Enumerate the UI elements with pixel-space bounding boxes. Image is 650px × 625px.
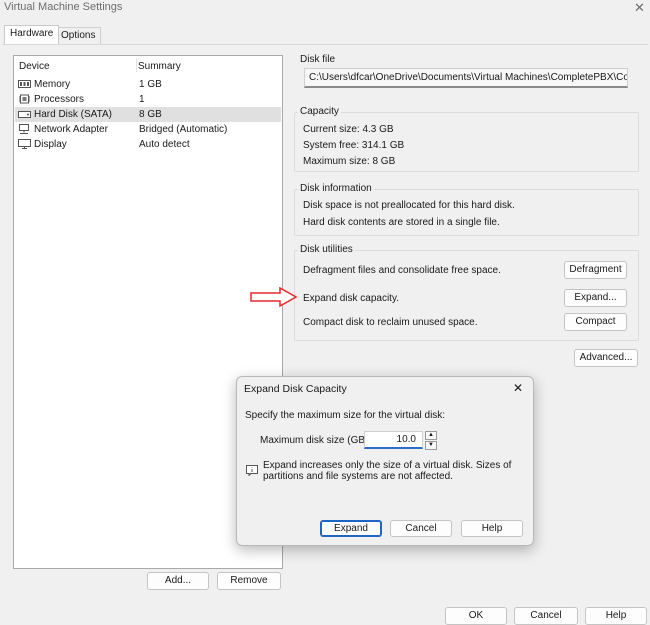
spin-up-icon[interactable]: ▲ bbox=[425, 431, 437, 440]
dialog-cancel-button[interactable]: Cancel bbox=[390, 520, 452, 537]
tab-options[interactable]: Options bbox=[55, 27, 102, 44]
device-row-processors[interactable]: Processors 1 bbox=[15, 92, 281, 107]
device-name: Hard Disk (SATA) bbox=[34, 109, 112, 120]
column-separator bbox=[136, 58, 137, 72]
hard-disk-icon bbox=[18, 111, 31, 118]
dialog-info-text: Expand increases only the size of a virt… bbox=[263, 460, 525, 482]
device-row-network-adapter[interactable]: Network Adapter Bridged (Automatic) bbox=[15, 122, 281, 137]
window-title: Virtual Machine Settings bbox=[4, 1, 123, 13]
device-name: Display bbox=[34, 139, 67, 150]
max-disk-size-label: Maximum disk size (GB): bbox=[260, 435, 372, 446]
capacity-group-label: Capacity bbox=[298, 106, 341, 117]
system-free-text: System free: 314.1 GB bbox=[303, 140, 405, 151]
device-name: Network Adapter bbox=[34, 124, 108, 135]
disk-information-label: Disk information bbox=[298, 183, 374, 194]
maximum-size-text: Maximum size: 8 GB bbox=[303, 156, 396, 167]
spin-down-icon[interactable]: ▼ bbox=[425, 441, 437, 450]
compact-button[interactable]: Compact bbox=[564, 313, 627, 331]
expand-description: Expand disk capacity. bbox=[303, 293, 399, 304]
remove-device-button[interactable]: Remove bbox=[217, 572, 281, 590]
dialog-expand-button[interactable]: Expand bbox=[320, 520, 382, 537]
dialog-title: Expand Disk Capacity bbox=[244, 383, 347, 395]
disk-file-label: Disk file bbox=[300, 54, 336, 65]
memory-icon bbox=[18, 80, 31, 88]
device-column-header[interactable]: Device bbox=[19, 61, 50, 72]
expand-button[interactable]: Expand... bbox=[564, 289, 627, 307]
advanced-button[interactable]: Advanced... bbox=[574, 349, 638, 367]
device-row-hard-disk[interactable]: Hard Disk (SATA) 8 GB bbox=[15, 107, 281, 122]
annotation-arrow-icon bbox=[250, 287, 298, 307]
dialog-info-line-2: partitions and file systems are not affe… bbox=[263, 471, 453, 482]
tab-hardware[interactable]: Hardware bbox=[4, 25, 60, 44]
expand-disk-capacity-dialog: Expand Disk Capacity ✕ Specify the maxim… bbox=[236, 376, 534, 546]
display-icon bbox=[18, 139, 31, 149]
dialog-help-button[interactable]: Help bbox=[461, 520, 523, 537]
cancel-button[interactable]: Cancel bbox=[514, 607, 578, 625]
disk-information-group bbox=[294, 189, 639, 236]
disk-info-line-2: Hard disk contents are stored in a singl… bbox=[303, 217, 500, 228]
device-name: Memory bbox=[34, 79, 71, 90]
size-spinner[interactable]: ▲ ▼ bbox=[425, 431, 437, 450]
disk-file-path-field[interactable]: C:\Users\dfcar\OneDrive\Documents\Virtua… bbox=[304, 68, 628, 88]
dialog-info-line-1: Expand increases only the size of a virt… bbox=[263, 460, 512, 471]
dialog-instruction: Specify the maximum size for the virtual… bbox=[245, 410, 446, 421]
help-button[interactable]: Help bbox=[585, 607, 647, 625]
summary-column-header[interactable]: Summary bbox=[138, 61, 181, 72]
device-row-display[interactable]: Display Auto detect bbox=[15, 137, 281, 152]
dialog-close-icon[interactable]: ✕ bbox=[513, 381, 523, 395]
disk-utilities-label: Disk utilities bbox=[298, 244, 355, 255]
device-row-memory[interactable]: Memory 1 GB bbox=[15, 77, 281, 92]
current-size-text: Current size: 4.3 GB bbox=[303, 124, 394, 135]
processor-icon bbox=[19, 94, 30, 104]
device-summary: 8 GB bbox=[139, 109, 162, 120]
add-device-button[interactable]: Add... bbox=[147, 572, 209, 590]
disk-info-line-1: Disk space is not preallocated for this … bbox=[303, 200, 515, 211]
device-summary: 1 bbox=[139, 94, 145, 105]
network-adapter-icon bbox=[19, 124, 29, 134]
device-summary: Bridged (Automatic) bbox=[139, 124, 228, 135]
info-icon bbox=[246, 465, 258, 476]
defragment-description: Defragment files and consolidate free sp… bbox=[303, 265, 501, 276]
device-summary: Auto detect bbox=[139, 139, 190, 150]
defragment-button[interactable]: Defragment bbox=[564, 261, 627, 279]
max-disk-size-input[interactable]: 10.0 bbox=[364, 431, 423, 449]
device-summary: 1 GB bbox=[139, 79, 162, 90]
ok-button[interactable]: OK bbox=[445, 607, 507, 625]
window-close-icon[interactable]: ✕ bbox=[634, 0, 645, 16]
compact-description: Compact disk to reclaim unused space. bbox=[303, 317, 478, 328]
device-name: Processors bbox=[34, 94, 85, 105]
